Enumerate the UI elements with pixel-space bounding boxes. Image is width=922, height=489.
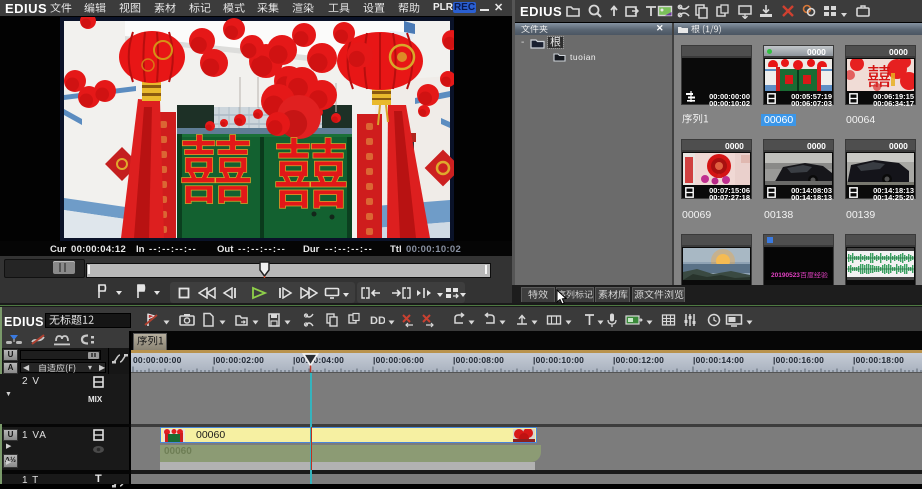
- svg-text:DD: DD: [370, 315, 385, 327]
